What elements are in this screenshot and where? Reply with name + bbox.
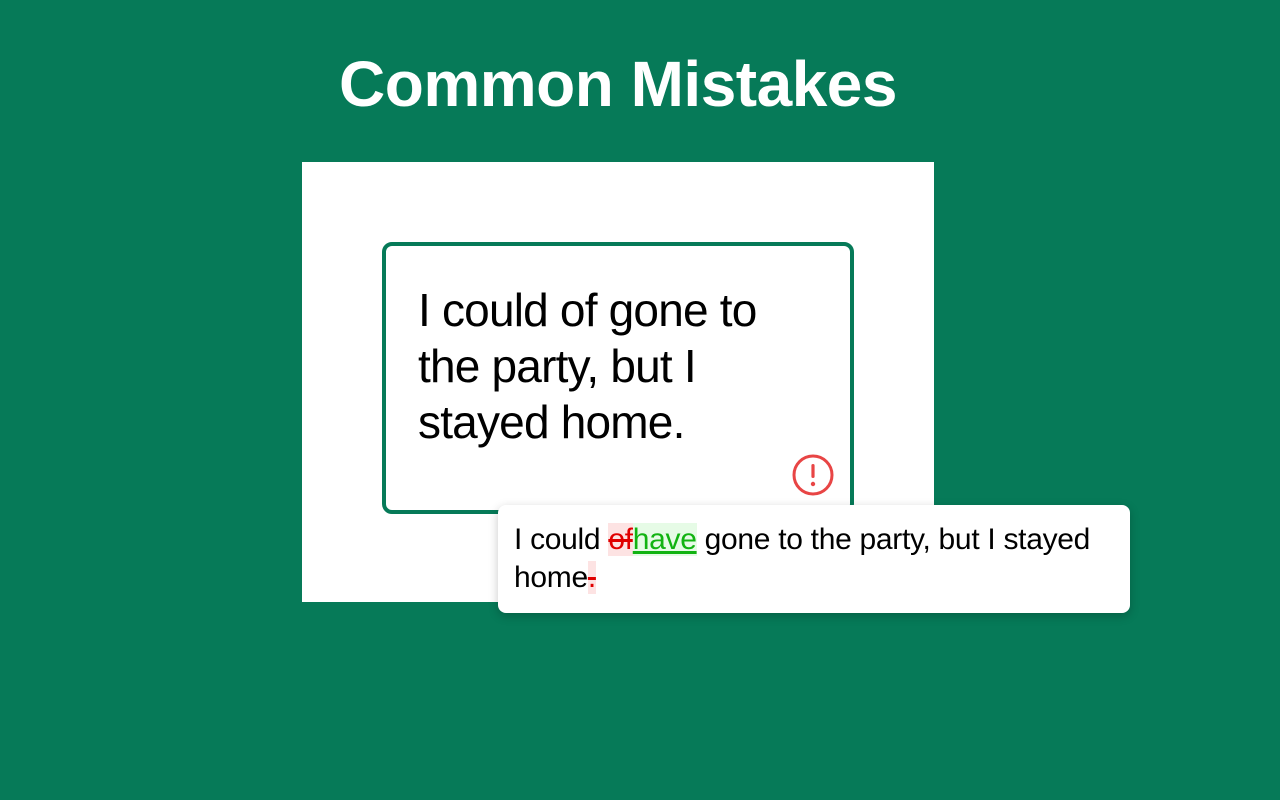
text-editor[interactable]: I could of gone to the party, but I stay… (382, 242, 854, 514)
editor-text[interactable]: I could of gone to the party, but I stay… (418, 282, 798, 450)
suggestion-popover[interactable]: I could ofhave gone to the party, but I … (498, 505, 1130, 613)
suggestion-text[interactable]: I could ofhave gone to the party, but I … (514, 521, 1114, 597)
page-title: Common Mistakes (339, 48, 897, 120)
deleted-word: of (608, 523, 633, 556)
inserted-word: have (632, 523, 697, 556)
exclamation-circle-icon[interactable] (792, 454, 834, 496)
suggestion-text-before: I could (514, 523, 609, 556)
deleted-period: . (587, 561, 596, 594)
